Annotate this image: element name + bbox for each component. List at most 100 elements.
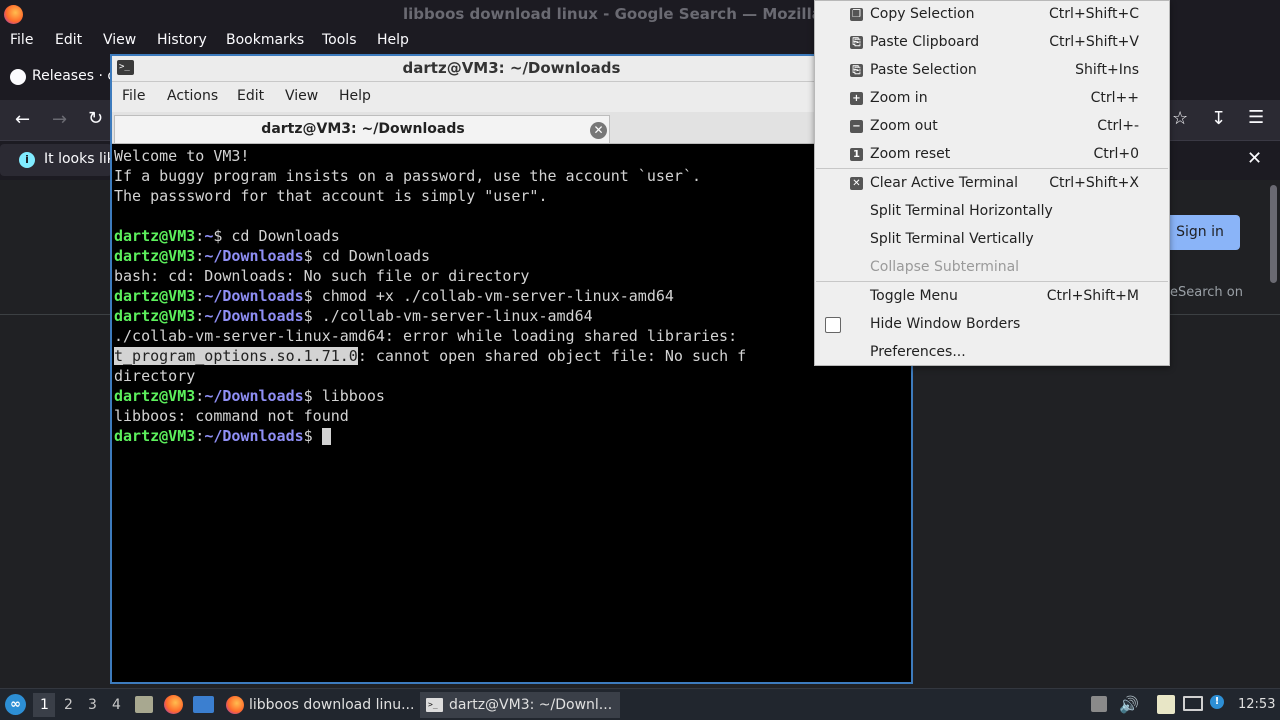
menu-item-label: Split Terminal Vertically [870, 231, 1034, 247]
workspace-1[interactable]: 1 [40, 697, 49, 713]
menu-item-paste-clipboard[interactable]: ⎘ Paste Clipboard Ctrl+Shift+V [815, 29, 1169, 57]
output-text: Welcome to VM3! [114, 147, 250, 165]
bookmark-star-icon[interactable]: ☆ [1172, 108, 1188, 129]
file-manager-icon[interactable] [135, 696, 153, 713]
menu-item-label: Split Terminal Horizontally [870, 203, 1053, 219]
prompt-path: ~/Downloads [204, 427, 304, 445]
workspace-3[interactable]: 3 [88, 697, 97, 713]
term-menu-view[interactable]: View [285, 88, 318, 104]
menu-item-toggle-menu[interactable]: Toggle Menu Ctrl+Shift+M [815, 283, 1169, 311]
menu-item-hide-window-borders[interactable]: Hide Window Borders [815, 311, 1169, 339]
text-cursor [321, 428, 331, 445]
menu-item-preferences[interactable]: Preferences... [815, 339, 1169, 367]
terminal-line: libboos: command not found [114, 406, 349, 426]
menu-item-clear-active-terminal[interactable]: ✕ Clear Active Terminal Ctrl+Shift+X [815, 170, 1169, 198]
menu-item-paste-selection[interactable]: ⎘ Paste Selection Shift+Ins [815, 57, 1169, 85]
menu-item-label: Toggle Menu [870, 288, 958, 304]
menu-item-label: Zoom reset [870, 146, 951, 162]
menu-item-label: Paste Clipboard [870, 34, 980, 50]
terminal-titlebar[interactable]: >_ dartz@VM3: ~/Downloads [112, 56, 911, 82]
menu-item-zoom-out[interactable]: − Zoom out Ctrl+- [815, 113, 1169, 141]
reload-icon[interactable]: ↻ [88, 108, 103, 129]
prompt-path: ~/Downloads [204, 387, 304, 405]
zoom-out-icon: − [850, 120, 863, 133]
prompt-path: ~ [204, 227, 214, 245]
prompt-path: ~/Downloads [204, 247, 304, 265]
firefox-tab-label[interactable]: Releases · c [32, 68, 115, 84]
terminal-window-title: dartz@VM3: ~/Downloads [402, 59, 621, 77]
term-menu-help[interactable]: Help [339, 88, 371, 104]
menu-item-split-terminal-vertically[interactable]: Split Terminal Vertically [815, 226, 1169, 254]
menu-item-shortcut: Ctrl++ [1090, 90, 1139, 106]
term-menu-actions[interactable]: Actions [167, 88, 218, 104]
ff-menu-edit[interactable]: Edit [55, 32, 82, 48]
ff-menu-file[interactable]: File [10, 32, 33, 48]
prompt-path: ~/Downloads [204, 307, 304, 325]
sign-in-button[interactable]: Sign in [1160, 215, 1240, 250]
terminal-line: bash: cd: Downloads: No such file or dir… [114, 266, 529, 286]
menu-item-zoom-in[interactable]: + Zoom in Ctrl++ [815, 85, 1169, 113]
terminal-line: dartz@VM3:~/Downloads$ libboos [114, 387, 385, 405]
workspace-2[interactable]: 2 [64, 697, 73, 713]
ff-menu-view[interactable]: View [103, 32, 136, 48]
ff-menu-history[interactable]: History [157, 32, 207, 48]
workspace-4[interactable]: 4 [112, 697, 121, 713]
menu-item-shortcut: Ctrl+Shift+C [1049, 6, 1139, 22]
page-scrollbar[interactable] [1270, 185, 1277, 283]
terminal-line: t_program_options.so.1.71.0: cannot open… [114, 346, 746, 366]
notification-icon[interactable]: ! [1210, 695, 1224, 709]
menu-item-copy-selection[interactable]: ❐ Copy Selection Ctrl+Shift+C [815, 1, 1169, 29]
terminal-tab-label: dartz@VM3: ~/Downloads [261, 121, 465, 137]
term-menu-edit[interactable]: Edit [237, 88, 264, 104]
command-text: $ cd Downloads [213, 227, 340, 245]
menu-item-label: Clear Active Terminal [870, 175, 1018, 191]
ff-menu-tools[interactable]: Tools [322, 32, 357, 48]
menu-item-collapse-subterminal: Collapse Subterminal [815, 254, 1169, 282]
terminal-icon: >_ [426, 698, 443, 712]
firefox-launcher-icon[interactable] [164, 695, 183, 714]
terminal-line: If a buggy program insists on a password… [114, 166, 701, 186]
menu-item-label: Preferences... [870, 344, 966, 360]
hamburger-menu-icon[interactable]: ☰ [1248, 107, 1264, 128]
back-icon[interactable]: ← [15, 109, 30, 130]
start-menu-icon[interactable]: ∞ [5, 694, 26, 715]
firefox-icon [226, 696, 244, 714]
terminal-line: directory [114, 366, 195, 386]
taskbar-task-firefox[interactable]: libboos download linu... [222, 692, 417, 718]
terminal-line: dartz@VM3:~$ cd Downloads [114, 227, 340, 245]
forward-icon[interactable]: → [52, 109, 67, 130]
output-text: The passsword for that account is simply… [114, 187, 548, 205]
ff-menu-bookmarks[interactable]: Bookmarks [226, 32, 304, 48]
downloads-icon[interactable]: ↧ [1211, 108, 1226, 129]
firefox-logo-icon [4, 5, 23, 24]
info-icon: i [19, 152, 35, 168]
command-text: $ [303, 427, 322, 445]
ff-menu-help[interactable]: Help [377, 32, 409, 48]
menu-item-shortcut: Ctrl+Shift+V [1049, 34, 1139, 50]
terminal-tab[interactable]: dartz@VM3: ~/Downloads ✕ [114, 115, 610, 143]
term-menu-file[interactable]: File [122, 88, 145, 104]
menu-item-split-terminal-horizontally[interactable]: Split Terminal Horizontally [815, 198, 1169, 226]
clear-icon: ✕ [850, 177, 863, 190]
prompt-user: dartz@VM3 [114, 287, 196, 305]
prompt-user: dartz@VM3 [114, 227, 196, 245]
terminal-line: ./collab-vm-server-linux-amd64: error wh… [114, 326, 746, 346]
hide-borders-checkbox[interactable] [825, 317, 841, 333]
clipboard-icon[interactable] [1157, 695, 1175, 714]
clock[interactable]: 12:53 [1238, 697, 1275, 712]
output-text: directory [114, 367, 196, 385]
tray-arrow-icon[interactable] [1091, 696, 1107, 712]
command-text: $ libboos [303, 387, 385, 405]
taskbar-task-terminal[interactable]: >_ dartz@VM3: ~/Downl... [420, 692, 620, 718]
terminal-window: >_ dartz@VM3: ~/Downloads File Actions E… [110, 54, 913, 684]
close-tab-icon[interactable]: ✕ [590, 122, 607, 139]
menu-item-zoom-reset[interactable]: 1 Zoom reset Ctrl+0 [815, 141, 1169, 169]
terminal-output[interactable]: Welcome to VM3! If a buggy program insist… [114, 146, 909, 682]
terminal-line: dartz@VM3:~/Downloads$ chmod +x ./collab… [114, 287, 674, 305]
paste-icon: ⎘ [850, 64, 863, 77]
close-notification-icon[interactable]: ✕ [1247, 148, 1262, 169]
network-icon[interactable] [1183, 696, 1203, 711]
desktop-icon[interactable] [193, 696, 214, 713]
prompt-user: dartz@VM3 [114, 247, 196, 265]
volume-icon[interactable]: 🔊 [1119, 695, 1139, 714]
